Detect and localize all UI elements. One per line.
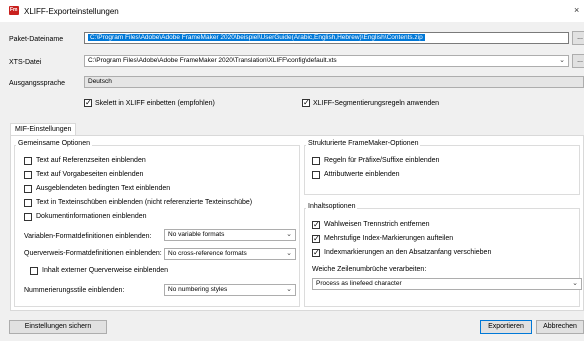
xts-file-value: C:\Program Files\Adobe\Adobe FrameMaker … — [88, 57, 337, 64]
structured-option-label: Attributwerte einblenden — [324, 171, 400, 178]
variable-defs-label: Variablen-Formatdefinitionen einblenden: — [24, 233, 152, 240]
numbering-value: No numbering styles — [168, 286, 228, 293]
content-option-label: Indexmarkierungen an den Absatzanfang ve… — [324, 249, 492, 256]
apply-segmentation-label: XLIFF-Segmentierungsregeln anwenden — [313, 100, 440, 107]
common-option-label: Ausgeblendeten bedingten Text einblenden — [36, 185, 171, 192]
export-button[interactable]: Exportieren — [480, 320, 532, 334]
common-option-label: Text auf Referenzseiten einblenden — [36, 157, 146, 164]
framemaker-app-icon: Fm — [9, 6, 19, 15]
common-option-label: Text auf Vorgabeseiten einblenden — [36, 171, 144, 178]
content-options-title: Inhaltsoptionen — [306, 203, 358, 211]
save-settings-button[interactable]: Einstellungen sichern — [9, 320, 107, 334]
soft-breaks-select[interactable]: Process as linefeed character ⌄ — [312, 278, 582, 290]
structured-option-label: Regeln für Präfixe/Suffixe einblenden — [324, 157, 440, 164]
content-option-checkbox[interactable] — [312, 234, 320, 244]
apply-segmentation-checkbox[interactable] — [302, 98, 310, 108]
embed-skeleton-label: Skelett in XLIFF einbetten (empfohlen) — [95, 100, 215, 107]
soft-breaks-value: Process as linefeed character — [316, 280, 402, 287]
source-language-select[interactable]: Deutsch — [84, 76, 584, 88]
structured-option-checkbox[interactable] — [312, 157, 320, 165]
chevron-down-icon: ⌄ — [286, 250, 292, 257]
external-xref-checkbox[interactable] — [30, 267, 38, 275]
common-option-checkbox[interactable] — [24, 185, 32, 193]
common-option-checkbox[interactable] — [24, 157, 32, 165]
cancel-button[interactable]: Abbrechen — [536, 320, 584, 334]
package-file-input[interactable]: C:\Program Files\Adobe\Adobe FrameMaker … — [84, 32, 569, 44]
content-option-label: Mehrstufige Index-Markierungen aufteilen — [324, 235, 454, 242]
numbering-label: Nummerierungsstile einblenden: — [24, 287, 125, 294]
external-xref-label: Inhalt externer Querverweise einblenden — [42, 267, 169, 274]
common-option-label: Dokumentinformationen einblenden — [36, 213, 147, 220]
variable-defs-select[interactable]: No variable formats ⌄ — [164, 229, 296, 241]
package-browse-button[interactable]: ... — [572, 31, 584, 45]
xts-browse-button[interactable]: ... — [572, 54, 584, 68]
content-option-checkbox[interactable] — [312, 220, 320, 230]
xref-defs-select[interactable]: No cross-reference formats ⌄ — [164, 248, 296, 260]
embed-skeleton-checkbox[interactable] — [84, 98, 92, 108]
xts-file-label: XTS-Datei — [9, 59, 42, 66]
numbering-select[interactable]: No numbering styles ⌄ — [164, 284, 296, 296]
chevron-down-icon: ⌄ — [559, 57, 565, 64]
common-option-checkbox[interactable] — [24, 213, 32, 221]
source-language-label: Ausgangssprache — [9, 80, 66, 87]
chevron-down-icon: ⌄ — [286, 231, 292, 238]
xts-file-combo[interactable]: C:\Program Files\Adobe\Adobe FrameMaker … — [84, 55, 569, 67]
soft-breaks-label: Weiche Zeilenumbrüche verarbeiten: — [312, 266, 427, 273]
variable-defs-value: No variable formats — [168, 231, 225, 238]
source-language-value: Deutsch — [88, 78, 112, 85]
chevron-down-icon: ⌄ — [572, 280, 578, 287]
app-icon-text: Fm — [10, 7, 18, 13]
content-option-label: Wahlweisen Trennstrich entfernen — [324, 221, 430, 228]
close-icon[interactable]: × — [574, 5, 579, 15]
common-option-checkbox[interactable] — [24, 171, 32, 179]
structured-option-checkbox[interactable] — [312, 171, 320, 179]
chevron-down-icon: ⌄ — [286, 286, 292, 293]
package-file-label: Paket-Dateiname — [9, 36, 64, 43]
common-option-label: Text in Texteinschüben einblenden (nicht… — [36, 199, 253, 206]
package-file-value: C:\Program Files\Adobe\Adobe FrameMaker … — [88, 34, 425, 41]
common-option-checkbox[interactable] — [24, 199, 32, 207]
xref-defs-label: Querverweis-Formatdefinitionen einblende… — [24, 250, 162, 257]
structured-options-title: Strukturierte FrameMaker-Optionen — [306, 140, 421, 148]
xref-defs-value: No cross-reference formats — [168, 250, 247, 257]
window-title: XLIFF-Exporteinstellungen — [24, 7, 119, 16]
common-options-title: Gemeinsame Optionen — [16, 140, 92, 148]
content-option-checkbox[interactable] — [312, 248, 320, 258]
